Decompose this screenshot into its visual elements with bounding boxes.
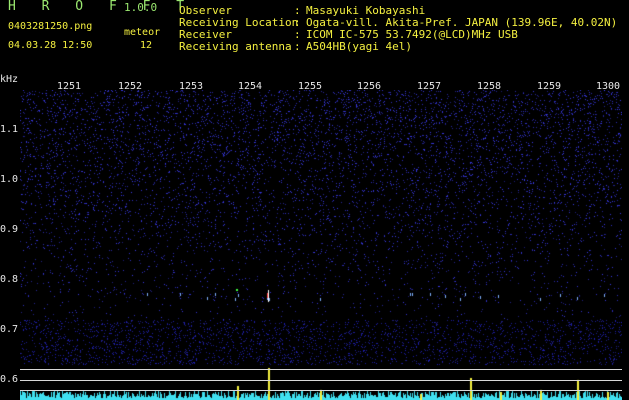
date-time: 04.03.28 12:50	[8, 40, 93, 51]
y-tick: 1.0	[0, 174, 19, 185]
signal-threshold-line	[20, 380, 622, 381]
spectrogram-canvas	[20, 90, 622, 400]
signal-threshold-line	[20, 390, 622, 391]
y-unit-label: kHz	[0, 74, 19, 85]
app-version: 1.0.0	[124, 1, 158, 14]
meteor-label: meteor	[124, 27, 161, 38]
y-tick: 0.7	[0, 324, 19, 335]
signal-threshold-line	[20, 369, 622, 370]
y-tick: 1.1	[0, 124, 19, 135]
file-name: 0403281250.png	[8, 21, 93, 32]
antenna-colon: :	[294, 40, 301, 53]
y-tick: 0.8	[0, 274, 19, 285]
meteor-count: 12	[140, 40, 153, 51]
app-title: H R O F F T	[8, 0, 194, 14]
antenna-label: Receiving antenna	[179, 40, 292, 53]
y-tick: 0.6	[0, 374, 19, 385]
y-tick: 0.9	[0, 224, 19, 235]
antenna-value: A504HB(yagi 4el)	[306, 40, 412, 53]
